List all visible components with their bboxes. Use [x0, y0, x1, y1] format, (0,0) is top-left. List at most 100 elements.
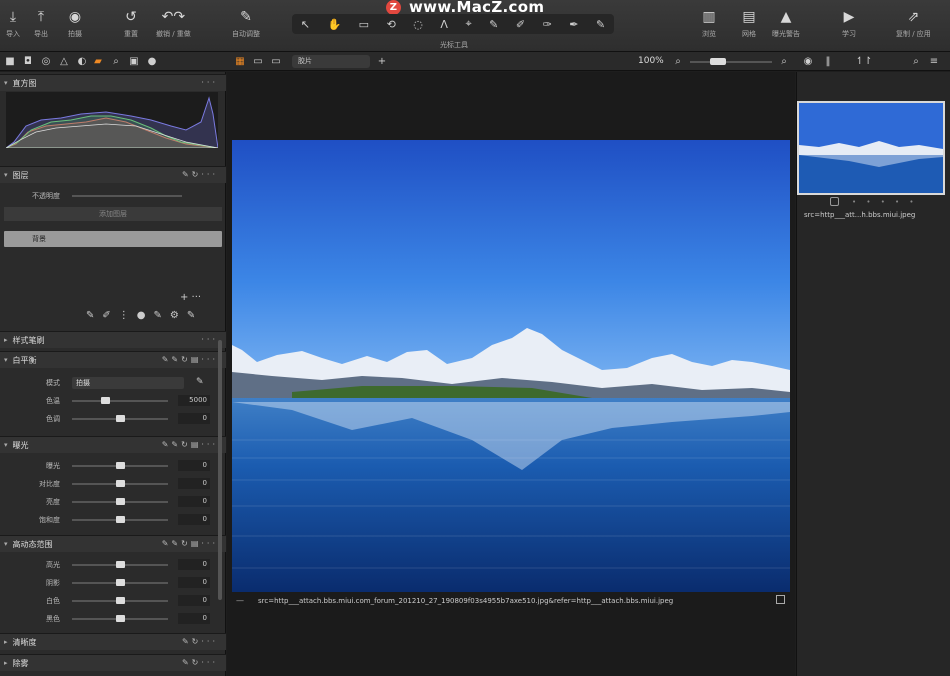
thumbnail[interactable] — [797, 101, 945, 195]
viewer-button[interactable]: ▥ 浏览 — [700, 8, 718, 39]
clarity-header[interactable]: ▸ 清晰度 ✎↻··· — [0, 633, 226, 650]
image-caption: src=http___attach.bbs.miui.com_forum_201… — [258, 597, 674, 605]
opacity-slider[interactable] — [72, 195, 182, 197]
single-view-icon[interactable]: ▭ — [252, 55, 264, 67]
zoom-in-icon[interactable]: ⌕ — [778, 55, 790, 67]
add-icon[interactable]: + ··· — [180, 292, 201, 303]
clarity-tools-icon[interactable]: ✎↻··· — [182, 637, 218, 646]
wb-mode-select[interactable]: 拍摄 — [72, 377, 184, 389]
composition-tab-icon[interactable]: △ — [58, 55, 70, 67]
wb-slider-thumb[interactable] — [100, 397, 110, 404]
white-balance-header[interactable]: ▾ 白平衡 ✎✎↻▤··· — [0, 351, 226, 368]
hdr-slider-thumb[interactable] — [116, 597, 125, 604]
background-layer[interactable]: 背景 — [4, 231, 222, 247]
eyedropper-icon[interactable]: ✎ — [196, 377, 204, 387]
hdr-tools-icon[interactable]: ✎✎↻▤··· — [162, 539, 218, 548]
hdr-slider-thumb[interactable] — [116, 615, 125, 622]
eye-icon[interactable]: ◉ — [802, 55, 814, 67]
thumbnail-rating[interactable]: • • • • • — [852, 198, 918, 206]
rating-icon[interactable]: ↿↾ — [856, 55, 873, 67]
checkbox-icon[interactable] — [776, 595, 785, 604]
layers-header[interactable]: ▾ 图层 ✎↻··· — [0, 166, 226, 183]
compare-view-icon[interactable]: ▭ — [270, 55, 282, 67]
undo-redo-button[interactable]: ↶↷ 撤销 / 重做 — [156, 8, 191, 39]
viewer-icon: ▥ — [702, 9, 716, 25]
exposure-warning-button[interactable]: ▲ 曝光警告 — [772, 8, 800, 39]
hdr-value[interactable]: 0 — [178, 595, 210, 606]
hdr-value[interactable]: 0 — [178, 613, 210, 624]
pan-tool-icon[interactable]: ✋ — [327, 18, 341, 31]
cursor-tools-label: 光标工具 — [440, 41, 468, 49]
gradient-tool-icon[interactable]: ✑ — [543, 18, 552, 31]
auto-adjust-button[interactable]: ✎ 自动调整 — [232, 8, 260, 39]
rotate-tool-icon[interactable]: ⟲ — [387, 18, 396, 31]
wb-value[interactable]: 0 — [178, 413, 210, 424]
pause-icon[interactable]: ‖ — [822, 55, 834, 67]
exposure-value[interactable]: 0 — [178, 496, 210, 507]
heal-tool-icon[interactable]: ✒ — [569, 18, 578, 31]
reset-button[interactable]: ↺ 重置 — [122, 8, 140, 39]
exposure-row: 曝光 0 — [0, 459, 226, 473]
exposure-slider-thumb[interactable] — [116, 498, 125, 505]
dehaze-tools-icon[interactable]: ✎↻··· — [182, 658, 218, 667]
crop-tool-icon[interactable]: ▭ — [359, 18, 369, 31]
view-mode-select[interactable]: 胶片 — [292, 55, 370, 68]
zoom-slider-thumb[interactable] — [710, 58, 726, 65]
more-icon[interactable]: ··· — [201, 335, 218, 344]
exposure-header[interactable]: ▾ 曝光 ✎✎↻▤··· — [0, 436, 226, 453]
capture-button[interactable]: ◉ 拍摄 — [66, 8, 84, 39]
select-tool-icon[interactable]: ↖ — [301, 18, 310, 31]
clone-tool-icon[interactable]: ✎ — [596, 18, 605, 31]
browser-button[interactable]: ▤ 网格 — [740, 8, 758, 39]
hdr-value[interactable]: 0 — [178, 577, 210, 588]
thumb-select-icon[interactable] — [830, 197, 839, 206]
hdr-row: 高光 0 — [0, 558, 226, 572]
hdr-header[interactable]: ▾ 高动态范围 ✎✎↻▤··· — [0, 535, 226, 552]
layer-tools-icons[interactable]: ✎✐⋮●✎⚙✎ — [86, 310, 203, 321]
zoom-slider[interactable] — [690, 61, 772, 63]
keystone-tool-icon[interactable]: ◌ — [413, 18, 423, 31]
local-adjust-tab-icon[interactable]: ▣ — [128, 55, 140, 67]
add-layer-button[interactable]: 添加图层 — [4, 207, 222, 221]
hdr-value[interactable]: 0 — [178, 559, 210, 570]
copy-apply-button[interactable]: ⇗ 复制 / 应用 — [896, 8, 931, 39]
wb-slider[interactable] — [72, 400, 168, 402]
styles-header[interactable]: ▸ 样式笔刷 ··· — [0, 331, 226, 348]
zoom-out-icon[interactable]: ⌕ — [672, 55, 684, 67]
exposure-tools-icon[interactable]: ✎✎↻▤··· — [162, 440, 218, 449]
grid-view-icon[interactable]: ▦ — [234, 55, 246, 67]
exposure-slider-thumb[interactable] — [116, 462, 125, 469]
learn-button[interactable]: ▶ 学习 — [840, 8, 858, 39]
histogram-header[interactable]: ▾ 直方图 ··· — [0, 74, 226, 91]
search-icon[interactable]: ⌕ — [910, 55, 922, 67]
more-icon[interactable]: ··· — [201, 78, 218, 87]
add-view-icon[interactable]: + — [376, 55, 388, 67]
wb-value[interactable]: 5000 — [178, 395, 210, 406]
exposure-value[interactable]: 0 — [178, 478, 210, 489]
details-tab-icon[interactable]: ⌕ — [110, 55, 122, 67]
layer-tools-icon[interactable]: ✎↻··· — [182, 170, 218, 179]
wb-tools-icon[interactable]: ✎✎↻▤··· — [162, 355, 218, 364]
main-photo[interactable] — [232, 140, 790, 592]
color-picker-tool-icon[interactable]: ⌖ — [465, 17, 471, 31]
wb-slider-thumb[interactable] — [116, 415, 125, 422]
brush-tool-icon[interactable]: ✎ — [489, 18, 498, 31]
dehaze-header[interactable]: ▸ 除雾 ✎↻··· — [0, 654, 226, 671]
library-tab-icon[interactable]: ■ — [4, 55, 16, 67]
exposure-slider-thumb[interactable] — [116, 516, 125, 523]
hdr-slider-thumb[interactable] — [116, 579, 125, 586]
capture-tab-icon[interactable]: ◘ — [22, 55, 34, 67]
exposure-value[interactable]: 0 — [178, 460, 210, 471]
export-button[interactable]: ⤒ 导出 — [32, 8, 50, 39]
metadata-tab-icon[interactable]: ● — [146, 55, 158, 67]
color-tab-icon[interactable]: ▰ — [92, 55, 104, 67]
exposure-tab-icon[interactable]: ◐ — [76, 55, 88, 67]
eraser-tool-icon[interactable]: ✐ — [516, 18, 525, 31]
exposure-value[interactable]: 0 — [178, 514, 210, 525]
lens-tab-icon[interactable]: ◎ — [40, 55, 52, 67]
spot-tool-icon[interactable]: Λ — [440, 18, 448, 31]
hdr-slider-thumb[interactable] — [116, 561, 125, 568]
filter-icon[interactable]: ≡ — [928, 55, 940, 67]
import-button[interactable]: ⤓ 导入 — [4, 8, 22, 39]
exposure-slider-thumb[interactable] — [116, 480, 125, 487]
